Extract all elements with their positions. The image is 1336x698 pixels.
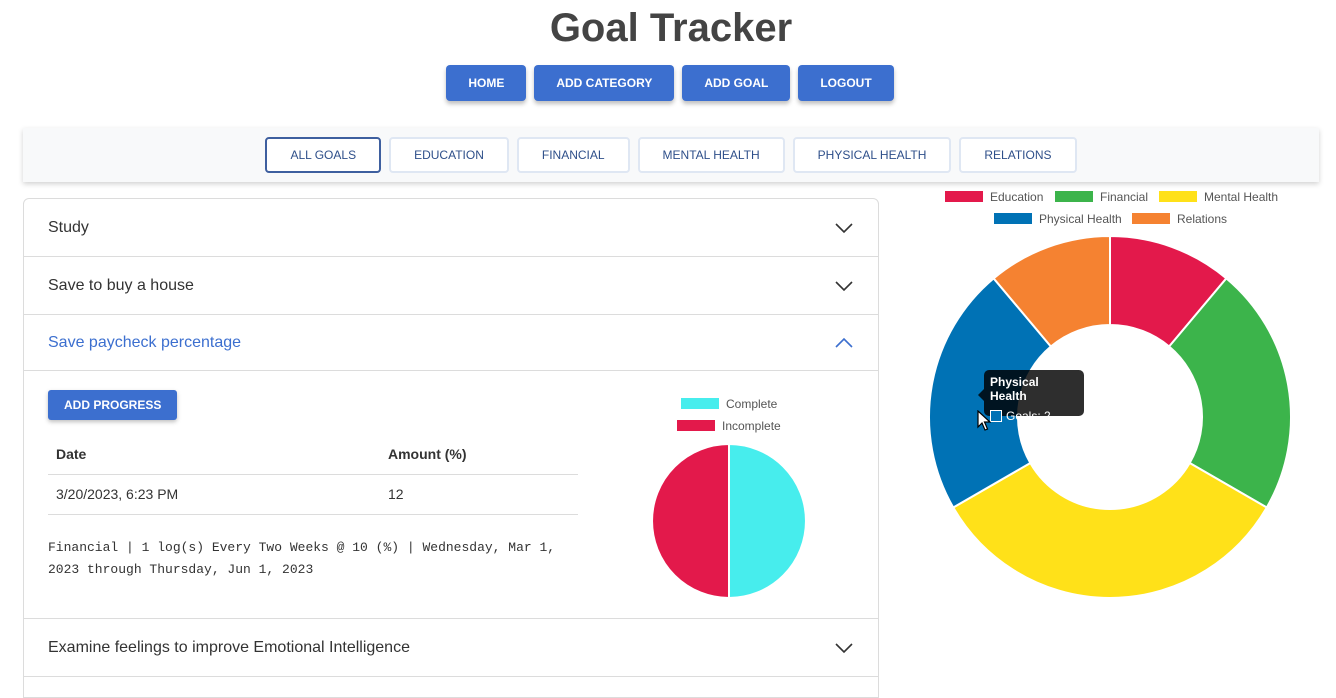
goal-description-line-2: 2023 through Thursday, Jun 1, 2023 xyxy=(48,562,314,577)
chevron-down-icon xyxy=(835,280,853,291)
chevron-up-icon xyxy=(835,337,853,348)
progress-date: 3/20/2023, 6:23 PM xyxy=(48,474,380,515)
add-category-button[interactable]: ADD CATEGORY xyxy=(534,65,675,101)
goal-title: Save to buy a house xyxy=(48,276,194,294)
filter-all-goals[interactable]: ALL GOALS xyxy=(265,137,382,173)
table-header-row: Date Amount (%) xyxy=(48,434,578,475)
column-header-date: Date xyxy=(48,434,380,475)
legend-label-relations[interactable]: Relations xyxy=(1177,212,1227,226)
filter-mental-health[interactable]: MENTAL HEALTH xyxy=(637,137,785,173)
category-filter-bar: ALL GOALS EDUCATION FINANCIAL MENTAL HEA… xyxy=(23,128,1319,182)
legend-swatch-financial xyxy=(1055,191,1093,202)
progress-table: Date Amount (%) 3/20/2023, 6:23 PM 12 xyxy=(48,434,578,515)
category-donut-svg[interactable]: Education Financial Mental Health Physical … xyxy=(900,186,1320,606)
goal-item: Examine feelings to improve Emotional In… xyxy=(24,619,878,677)
goal-header-study[interactable]: Study xyxy=(24,199,878,256)
filter-physical-health[interactable]: PHYSICAL HEALTH xyxy=(792,137,952,173)
home-button[interactable]: HOME xyxy=(446,65,527,101)
goal-details: ADD PROGRESS Date Amount (%) 3/20/2023, … xyxy=(24,371,878,618)
legend-label-incomplete[interactable]: Incomplete xyxy=(722,419,781,433)
progress-amount: 12 xyxy=(380,474,578,515)
slice-incomplete[interactable] xyxy=(651,442,730,600)
legend-label-complete[interactable]: Complete xyxy=(726,397,778,411)
chevron-down-icon xyxy=(835,222,853,233)
tooltip-label: Goals: 2 xyxy=(1006,409,1051,423)
mouse-cursor-icon xyxy=(977,410,991,431)
legend-label-education[interactable]: Education xyxy=(990,190,1043,204)
legend-label-financial[interactable]: Financial xyxy=(1100,190,1148,204)
filter-education[interactable]: EDUCATION xyxy=(389,137,509,173)
legend-swatch-education xyxy=(945,191,983,202)
tooltip-row: Goals: 2 xyxy=(990,409,1078,423)
goal-title: Examine feelings to improve Emotional In… xyxy=(48,638,410,656)
legend-swatch-complete xyxy=(681,398,719,409)
legend-swatch-relations xyxy=(1132,213,1170,224)
goal-title: Save paycheck percentage xyxy=(48,333,242,351)
slice-mental-health[interactable] xyxy=(951,461,1269,599)
filter-relations[interactable]: RELATIONS xyxy=(959,137,1077,173)
logout-button[interactable]: LOGOUT xyxy=(798,65,894,101)
slice-complete[interactable] xyxy=(728,442,807,600)
table-row: 3/20/2023, 6:23 PM 12 xyxy=(48,474,578,515)
goal-header-save-house[interactable]: Save to buy a house xyxy=(24,257,878,314)
goal-description: Financial | 1 log(s) Every Two Weeks @ 1… xyxy=(48,537,578,581)
add-goal-button[interactable]: ADD GOAL xyxy=(682,65,791,101)
goal-completion-pie-chart: Complete Incomplete xyxy=(651,397,807,600)
goal-description-line-1: Financial | 1 log(s) Every Two Weeks @ 1… xyxy=(48,540,556,555)
legend-swatch-mental-health xyxy=(1159,191,1197,202)
goal-item: Study xyxy=(24,199,878,257)
goal-item-expanded: Save paycheck percentage ADD PROGRESS Da… xyxy=(24,315,878,619)
chevron-down-icon xyxy=(835,642,853,653)
filter-financial[interactable]: FINANCIAL xyxy=(516,137,630,173)
legend-swatch-physical-health xyxy=(994,213,1032,224)
legend-swatch-incomplete xyxy=(677,420,715,431)
goal-title: Study xyxy=(48,218,89,236)
goal-header-save-paycheck[interactable]: Save paycheck percentage xyxy=(24,315,878,371)
goals-accordion: Study Save to buy a house Save paycheck … xyxy=(23,198,879,698)
tooltip-title: Physical Health xyxy=(990,375,1039,403)
page-title: Goal Tracker xyxy=(549,6,793,50)
tooltip-swatch xyxy=(990,410,1002,422)
goal-header-emotional-intelligence[interactable]: Examine feelings to improve Emotional In… xyxy=(24,619,878,676)
legend-label-mental-health[interactable]: Mental Health xyxy=(1204,190,1278,204)
goal-item: Save to buy a house xyxy=(24,257,878,315)
top-nav: HOME ADD CATEGORY ADD GOAL LOGOUT xyxy=(0,65,1336,101)
chart-tooltip: Physical Health Goals: 2 xyxy=(978,370,1084,423)
column-header-amount: Amount (%) xyxy=(380,434,578,475)
add-progress-button[interactable]: ADD PROGRESS xyxy=(48,390,178,420)
category-donut-chart: Education Financial Mental Health Physical … xyxy=(900,186,1320,606)
legend-label-physical-health[interactable]: Physical Health xyxy=(1039,212,1122,226)
